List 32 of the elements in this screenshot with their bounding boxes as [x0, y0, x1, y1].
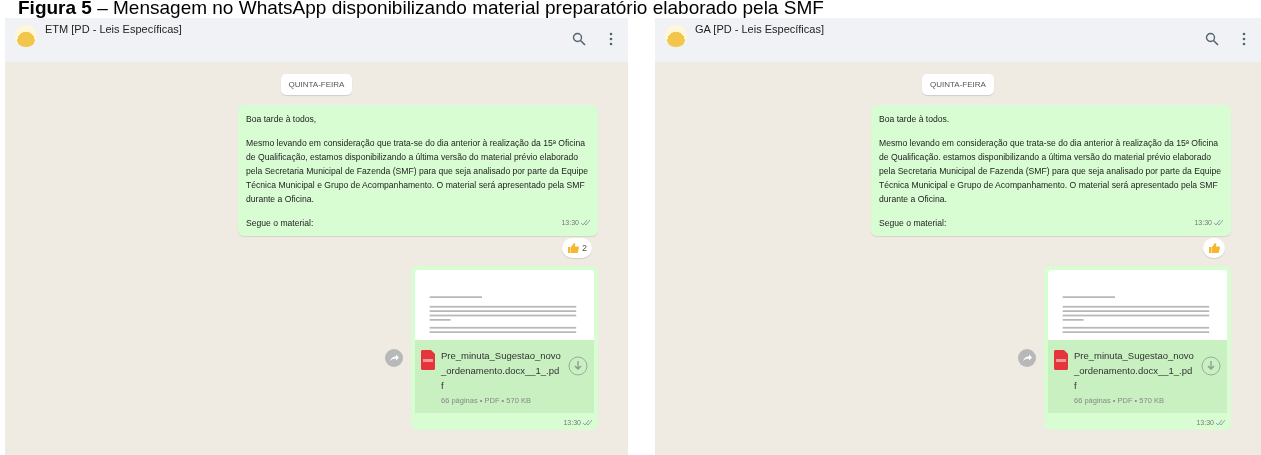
double-check-icon [1214, 220, 1223, 226]
reaction-badge[interactable] [1203, 238, 1225, 258]
thumbs-up-icon [1208, 242, 1220, 254]
chat-title[interactable]: GA [PD - Leis Específicas] [695, 23, 1187, 35]
search-icon[interactable] [572, 32, 586, 46]
message-text: Mesmo levando em consideração que trata-se do dia anterior à realização da 15ª Oficina de Qualificação. estamos disponibilizando a última versão do material prévio elaborado pela Secretaria Municipal de Fazenda (SMF) para que seja analisado por parte da Equipe Técnica Municipal e Grupo de Acompanhamento. O material será apresentado pela SMF durante a Oficina. [879, 137, 1223, 206]
download-icon[interactable] [568, 356, 588, 376]
double-check-icon [1216, 419, 1225, 426]
chat-title[interactable]: ETM [PD - Leis Específicas] [45, 23, 554, 35]
message-text: Segue o material: [246, 217, 314, 230]
reaction-count: 2 [582, 243, 587, 253]
pdf-file-icon [1054, 350, 1068, 370]
file-name: Pre_minuta_Sugestao_novo_ordenamento.docx__1_.pdf [1074, 349, 1194, 393]
pdf-file-icon [421, 350, 435, 370]
double-check-icon [583, 419, 592, 426]
message-text: Boa tarde à todos, [246, 113, 318, 126]
forward-icon[interactable] [1018, 349, 1036, 367]
date-chip: QUINTA-FEIRA [922, 74, 994, 95]
figure-caption: Figura 5 – Mensagem no WhatsApp disponibilizando material preparatório elaborado pela SMF [17, 0, 825, 18]
group-avatar[interactable] [15, 25, 37, 47]
file-name: Pre_minuta_Sugestao_novo_ordenamento.docx__1_.pdf [441, 349, 561, 393]
download-icon[interactable] [1201, 356, 1221, 376]
message-text: Segue o material: [879, 217, 947, 230]
forward-icon[interactable] [385, 349, 403, 367]
thumbs-up-icon [567, 242, 579, 254]
message-text: Boa tarde à todos. [879, 113, 951, 126]
reaction-badge[interactable]: 2 [562, 238, 592, 258]
group-avatar[interactable] [665, 25, 687, 47]
date-chip: QUINTA-FEIRA [280, 74, 353, 95]
search-icon[interactable] [1205, 32, 1219, 46]
message-text: Mesmo levando em consideração que trata-se do dia anterior à realização da 15ª Oficina de Qualificação, estamos disponibilizando a última versão do material prévio elaborado pela Secretaria Municipal de Fazenda (SMF) para que seja analisado por parte da Equipe Técnica Municipal e Grupo de Acompanhamento. O material será apresentado pela SMF durante a Oficina. [246, 137, 590, 206]
double-check-icon [581, 220, 590, 226]
